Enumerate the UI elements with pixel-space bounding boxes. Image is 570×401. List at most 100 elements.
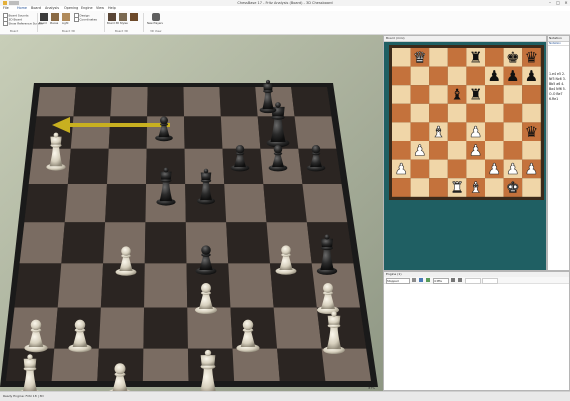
engine-depth[interactable]: 4 Mfa	[433, 278, 449, 284]
pieces-icon[interactable]	[51, 13, 59, 21]
white-pawn-piece[interactable]: ♟	[413, 141, 427, 160]
board-square[interactable]	[410, 122, 430, 141]
white-queen-piece[interactable]: ♛	[413, 48, 427, 67]
white-pawn-piece[interactable]: ♟	[487, 160, 501, 179]
quick-access-toolbar[interactable]	[9, 1, 19, 5]
board-square[interactable]	[503, 103, 523, 123]
black-pawn-piece[interactable]: ♟	[506, 67, 519, 85]
board-3d-square[interactable]	[142, 348, 189, 381]
board-3d-square[interactable]	[51, 348, 99, 381]
board-square[interactable]	[522, 141, 541, 160]
black-queen-piece[interactable]: ♛	[525, 123, 538, 141]
black-pawn-piece[interactable]: ♟	[525, 67, 538, 85]
board-squares[interactable]	[6, 87, 371, 381]
white-bishop-piece[interactable]: ♝	[431, 123, 445, 142]
white-pawn-piece[interactable]: ♟	[469, 141, 483, 160]
board-square[interactable]	[485, 122, 504, 141]
players-button-label[interactable]: New Players	[147, 22, 163, 25]
board-3d-square[interactable]	[183, 87, 221, 117]
board-square[interactable]	[410, 178, 430, 197]
board-3d-square[interactable]	[106, 148, 147, 185]
board-square[interactable]	[429, 159, 448, 179]
board-3d-square[interactable]	[273, 307, 322, 349]
board-square[interactable]	[447, 159, 467, 179]
notation-line[interactable]: Nf3 Nc6 3.	[549, 77, 566, 81]
black-bishop-piece[interactable]: ♝	[450, 86, 463, 104]
board-3d-square[interactable]	[73, 87, 112, 117]
board-square[interactable]	[429, 141, 448, 160]
board-3d-square[interactable]	[291, 87, 332, 117]
board-3d-square[interactable]	[228, 263, 274, 308]
board-square[interactable]	[410, 159, 430, 179]
board-3d-square[interactable]	[219, 87, 258, 117]
board-3d-square[interactable]	[19, 222, 65, 264]
board-3d-square[interactable]	[108, 116, 148, 149]
engine-add-icon[interactable]	[412, 278, 416, 282]
engine-field[interactable]	[482, 278, 498, 284]
board-square[interactable]	[447, 141, 467, 160]
board-3d-square[interactable]	[302, 184, 348, 223]
board-3d-square[interactable]	[220, 116, 261, 149]
black-king-piece[interactable]: ♚	[506, 49, 519, 67]
light-icon[interactable]	[62, 13, 70, 21]
engine-plus-icon[interactable]	[419, 278, 423, 282]
board-3d-square[interactable]	[184, 116, 223, 149]
full-board-icon[interactable]	[130, 13, 138, 21]
engine-settings-icon[interactable]	[458, 278, 462, 282]
board-3d-square[interactable]	[14, 263, 62, 308]
notation-line[interactable]: 1.e4 e5 2.	[549, 72, 565, 76]
white-pawn-piece[interactable]: ♟	[506, 160, 520, 179]
white-pawn-piece[interactable]: ♟	[394, 160, 408, 179]
board-button-label[interactable]: Board	[39, 22, 47, 25]
board-square[interactable]	[429, 66, 448, 86]
board-square[interactable]	[503, 122, 523, 141]
tab-notation[interactable]: Notation	[549, 41, 561, 45]
board-square[interactable]	[485, 178, 504, 197]
white-pawn-piece[interactable]: ♟	[469, 123, 483, 142]
board-square[interactable]	[503, 85, 523, 104]
notation-line[interactable]: O-O Be7	[549, 92, 563, 96]
board-square[interactable]	[392, 85, 411, 104]
board-3d-square[interactable]	[105, 184, 147, 223]
engine-minus-icon[interactable]	[426, 278, 430, 282]
board-square[interactable]	[485, 141, 504, 160]
engine-field[interactable]	[465, 278, 481, 284]
white-king-piece[interactable]: ♚	[506, 178, 520, 197]
pieces-button-label[interactable]: Pieces	[50, 22, 58, 25]
board-square[interactable]	[429, 103, 448, 123]
board-3d-square[interactable]	[147, 87, 184, 117]
board-3d-square[interactable]	[67, 148, 109, 185]
board-square[interactable]	[522, 85, 541, 104]
board-square[interactable]	[392, 103, 411, 123]
board-3d-square[interactable]	[70, 116, 111, 149]
black-pawn-piece[interactable]: ♟	[488, 67, 501, 85]
notation-line[interactable]: Bb5 a6 4.	[549, 82, 564, 86]
board-3d-square[interactable]	[61, 222, 106, 264]
board-square[interactable]	[392, 66, 411, 86]
board-square[interactable]	[485, 48, 504, 67]
board-3d-square[interactable]	[263, 184, 307, 223]
board-square[interactable]	[392, 178, 411, 197]
board-3d-square[interactable]	[226, 222, 270, 264]
black-rook-piece[interactable]: ♜	[469, 49, 482, 67]
board-square[interactable]	[429, 48, 448, 67]
board-square[interactable]	[429, 178, 448, 197]
board-3d-square[interactable]	[143, 307, 188, 349]
engine-state-dropdown[interactable]: Stopped	[386, 278, 410, 284]
board-square[interactable]	[429, 85, 448, 104]
engine-lock-icon[interactable]	[451, 278, 455, 282]
board-square[interactable]	[485, 103, 504, 123]
board-3d-view[interactable]: 87%	[0, 35, 383, 391]
players-icon[interactable]	[152, 13, 160, 21]
board-3d-square[interactable]	[57, 263, 104, 308]
board-3d-square[interactable]	[277, 348, 326, 381]
notation-line[interactable]: 6.Re1	[549, 97, 558, 101]
board-square[interactable]	[466, 159, 485, 179]
board-3d-square[interactable]	[294, 116, 337, 149]
white-pawn-piece[interactable]: ♟	[524, 160, 538, 179]
board-2d[interactable]: ♛ ♜ ♚ ♛♟ ♟ ♟♝ ♜♝ ♟ ♛♟ ♟♟ ♟ ♟ ♟♜ ♝ ♚	[389, 45, 544, 200]
board-square[interactable]	[410, 103, 430, 123]
board-styles-label[interactable]: Board 3D Styles	[107, 22, 128, 25]
board-3d-square[interactable]	[144, 222, 187, 264]
board-square[interactable]	[392, 48, 411, 67]
